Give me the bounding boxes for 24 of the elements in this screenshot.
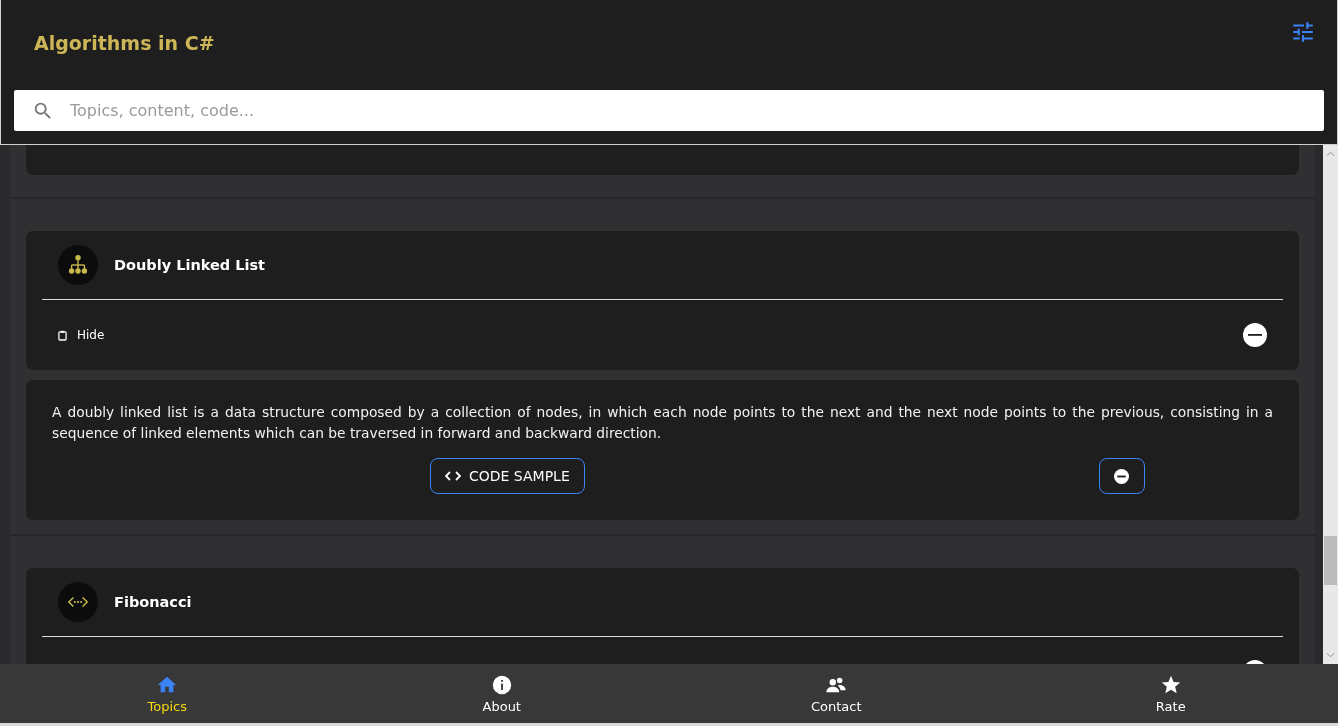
collapse-icon xyxy=(1114,468,1130,484)
topic-title: Fibonacci xyxy=(114,594,192,610)
scroll-up-icon[interactable] xyxy=(1326,151,1335,157)
topic-description: A doubly linked list is a data structure composed by a collection of nodes, in which each node points to the next and the next node points to the previous, consisting in a sequence of linked elements which can be traversed in forward and backward direction. xyxy=(52,403,1273,443)
search-field[interactable]: Topics, content, code... xyxy=(14,90,1324,131)
info-icon xyxy=(490,673,513,696)
scrollbar[interactable] xyxy=(1323,145,1338,664)
clipboard-icon xyxy=(58,329,67,341)
code-icon xyxy=(445,470,461,482)
hierarchy-icon xyxy=(58,245,98,285)
nav-tab[interactable]: Topics xyxy=(0,664,335,723)
nav-tab[interactable]: Rate xyxy=(1003,664,1338,723)
app-title: Algorithms in C# xyxy=(34,32,215,54)
topic-title: Doubly Linked List xyxy=(114,257,265,273)
collapse-icon[interactable] xyxy=(1243,323,1267,347)
toggle-link[interactable]: Hide xyxy=(77,328,105,342)
nav-tab[interactable]: Contact xyxy=(669,664,1004,723)
settings-icon[interactable] xyxy=(1290,19,1316,45)
scrollbar-thumb[interactable] xyxy=(1324,536,1337,585)
nav-tab[interactable]: About xyxy=(334,664,669,723)
code-sample-button[interactable]: CODE SAMPLE xyxy=(430,458,585,494)
scroll-down-icon[interactable] xyxy=(1326,652,1335,658)
code-dots-icon xyxy=(58,582,98,622)
collapse-button[interactable] xyxy=(1098,458,1145,494)
